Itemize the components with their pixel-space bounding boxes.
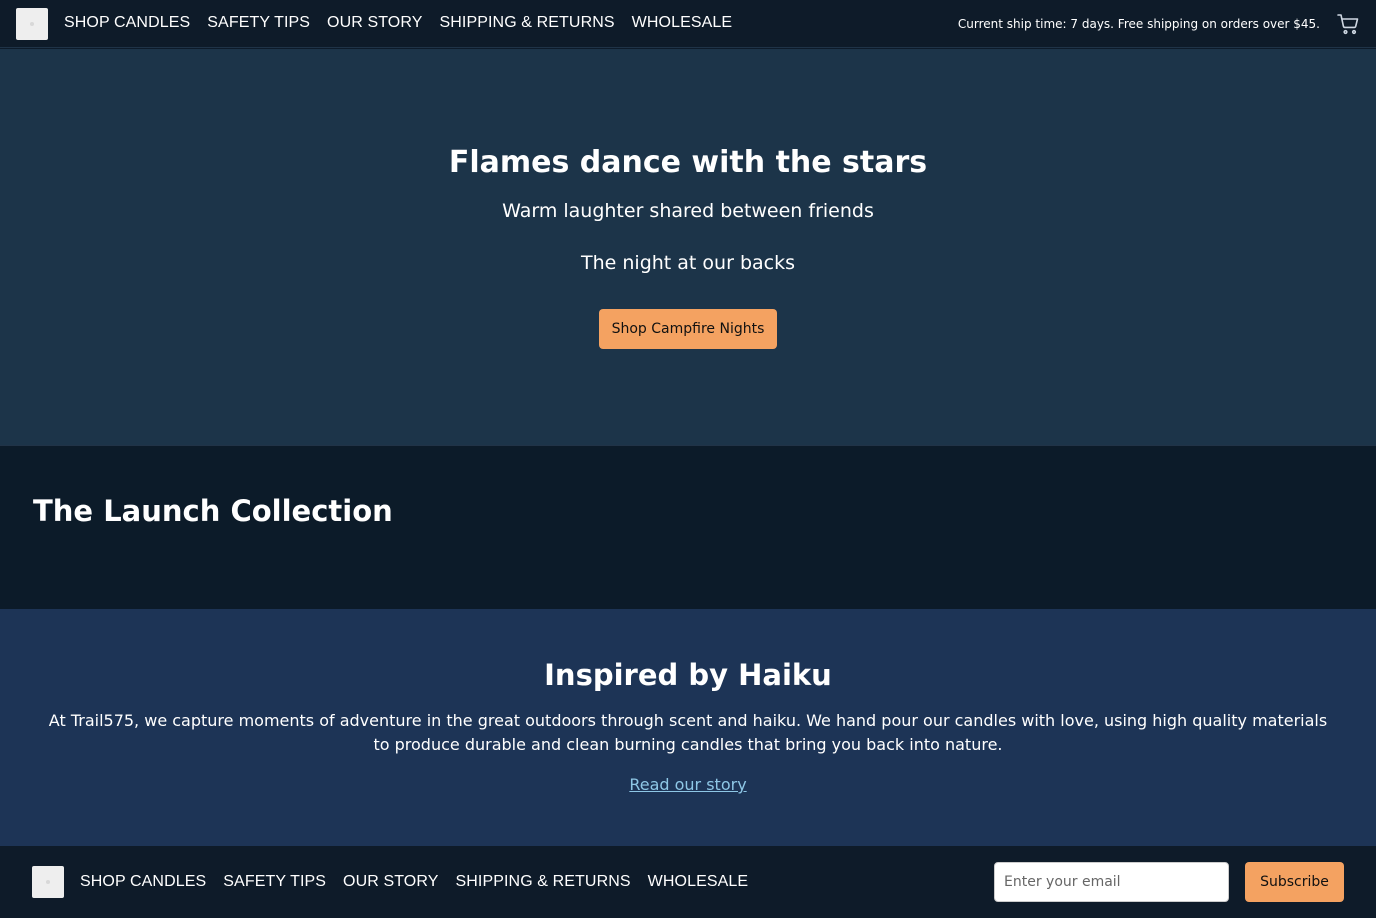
shopping-cart-icon[interactable]: [1336, 12, 1360, 36]
nav-shop-candles[interactable]: SHOP CANDLES: [64, 14, 190, 32]
hero-haiku-line-1: Warm laughter shared between friends: [502, 200, 874, 222]
ship-time-notice: Current ship time: 7 days. Free shipping…: [957, 17, 1320, 31]
hero-section: Flames dance with the stars Warm laughte…: [0, 49, 1376, 445]
footer-nav-shop-candles[interactable]: SHOP CANDLES: [80, 873, 206, 891]
main-nav: SHOP CANDLES SAFETY TIPS OUR STORY SHIPP…: [64, 14, 732, 32]
logo-icon[interactable]: [16, 8, 48, 40]
nav-safety-tips[interactable]: SAFETY TIPS: [207, 14, 310, 32]
email-input[interactable]: [994, 862, 1229, 902]
about-title: Inspired by Haiku: [544, 658, 832, 692]
shop-campfire-nights-button[interactable]: Shop Campfire Nights: [599, 309, 777, 349]
footer-nav-safety-tips[interactable]: SAFETY TIPS: [223, 873, 326, 891]
nav-shipping-returns[interactable]: SHIPPING & RETURNS: [440, 14, 615, 32]
footer-nav-shipping-returns[interactable]: SHIPPING & RETURNS: [456, 873, 631, 891]
about-description: At Trail575, we capture moments of adven…: [48, 711, 1328, 754]
footer-nav-wholesale[interactable]: WHOLESALE: [648, 873, 749, 891]
hero-title: Flames dance with the stars: [448, 145, 928, 180]
footer-nav-our-story[interactable]: OUR STORY: [343, 873, 438, 891]
footer-nav: SHOP CANDLES SAFETY TIPS OUR STORY SHIPP…: [80, 873, 748, 891]
subscribe-button[interactable]: Subscribe: [1245, 862, 1344, 902]
about-section: Inspired by Haiku At Trail575, we captur…: [0, 609, 1376, 846]
footer-logo-icon[interactable]: [32, 866, 64, 898]
footer: SHOP CANDLES SAFETY TIPS OUR STORY SHIPP…: [0, 846, 1376, 918]
hero-haiku-line-2: The night at our backs: [581, 252, 795, 274]
nav-wholesale[interactable]: WHOLESALE: [632, 14, 733, 32]
nav-our-story[interactable]: OUR STORY: [327, 14, 422, 32]
read-our-story-link[interactable]: Read our story: [0, 774, 1376, 796]
launch-collection-section: The Launch Collection: [0, 445, 1376, 609]
top-navigation: SHOP CANDLES SAFETY TIPS OUR STORY SHIPP…: [0, 0, 1376, 48]
launch-collection-title: The Launch Collection: [33, 494, 393, 528]
